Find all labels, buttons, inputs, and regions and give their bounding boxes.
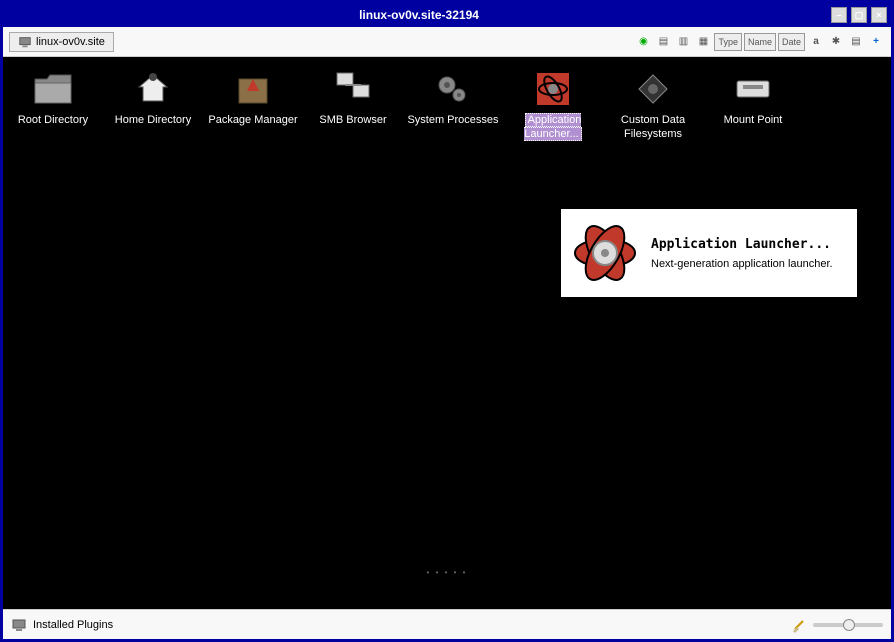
tooltip-description: Next-generation application launcher. bbox=[651, 258, 833, 270]
resize-handle[interactable]: • • • • • bbox=[427, 568, 468, 577]
maximize-button[interactable]: ▢ bbox=[851, 7, 867, 23]
icon-smb-browser[interactable]: SMB Browser bbox=[303, 65, 403, 146]
package-icon bbox=[235, 71, 271, 107]
doc-icon[interactable]: ▤ bbox=[654, 33, 672, 51]
home-icon bbox=[135, 71, 171, 107]
date-sort-button[interactable]: Date bbox=[778, 33, 805, 51]
icon-label: System Processes bbox=[407, 113, 499, 127]
icon-label: Mount Point bbox=[707, 113, 799, 127]
diamond-icon bbox=[635, 71, 671, 107]
globe-icon[interactable]: ◉ bbox=[634, 33, 652, 51]
close-button[interactable]: × bbox=[871, 7, 887, 23]
icon-system-processes[interactable]: System Processes bbox=[403, 65, 503, 146]
folder-icon bbox=[33, 73, 73, 105]
icon-custom-data-filesystems[interactable]: Custom Data Filesystems bbox=[603, 65, 703, 146]
toolbar: linux-ov0v.site ◉ ▤ ▥ ▦ Type Name Date a… bbox=[3, 27, 891, 57]
monitor-icon bbox=[11, 617, 27, 633]
list-icon[interactable]: ▤ bbox=[847, 33, 865, 51]
tooltip-title: Application Launcher... bbox=[651, 237, 833, 252]
minimize-button[interactable]: – bbox=[831, 7, 847, 23]
location-tab[interactable]: linux-ov0v.site bbox=[9, 32, 114, 52]
icon-package-manager[interactable]: Package Manager bbox=[203, 65, 303, 146]
statusbar: Installed Plugins bbox=[3, 609, 891, 639]
icon-home-directory[interactable]: Home Directory bbox=[103, 65, 203, 146]
gears-icon bbox=[433, 71, 473, 107]
icon-root-directory[interactable]: Root Directory bbox=[3, 65, 103, 146]
atom-icon bbox=[535, 71, 571, 107]
drive-icon bbox=[735, 75, 771, 103]
icon-label: Application Launcher... bbox=[524, 113, 581, 141]
icon-label: Home Directory bbox=[107, 113, 199, 127]
tab-label: linux-ov0v.site bbox=[36, 36, 105, 48]
window-title: linux-ov0v.site-32194 bbox=[7, 8, 831, 22]
titlebar: linux-ov0v.site-32194 – ▢ × bbox=[3, 3, 891, 27]
desktop-view[interactable]: Root Directory Home Directory Package Ma… bbox=[3, 57, 891, 609]
slider-handle[interactable] bbox=[843, 619, 855, 631]
icon-label: Root Directory bbox=[7, 113, 99, 127]
computer-icon bbox=[18, 35, 32, 49]
type-sort-button[interactable]: Type bbox=[714, 33, 742, 51]
status-label: Installed Plugins bbox=[33, 619, 113, 631]
doc3-icon[interactable]: ▦ bbox=[694, 33, 712, 51]
zoom-slider[interactable] bbox=[813, 623, 883, 627]
network-icon bbox=[333, 71, 373, 107]
doc2-icon[interactable]: ▥ bbox=[674, 33, 692, 51]
tooltip: Application Launcher... Next-generation … bbox=[559, 207, 859, 299]
atom-large-icon bbox=[569, 217, 641, 289]
icon-label: Custom Data Filesystems bbox=[607, 113, 699, 142]
star-icon[interactable]: ✱ bbox=[827, 33, 845, 51]
broom-icon[interactable] bbox=[791, 617, 807, 633]
font-icon[interactable]: a bbox=[807, 33, 825, 51]
icon-application-launcher[interactable]: Application Launcher... bbox=[503, 65, 603, 146]
icon-label: Package Manager bbox=[207, 113, 299, 127]
icon-mount-point[interactable]: Mount Point bbox=[703, 65, 803, 146]
icon-label: SMB Browser bbox=[307, 113, 399, 127]
name-sort-button[interactable]: Name bbox=[744, 33, 776, 51]
add-icon[interactable]: + bbox=[867, 33, 885, 51]
